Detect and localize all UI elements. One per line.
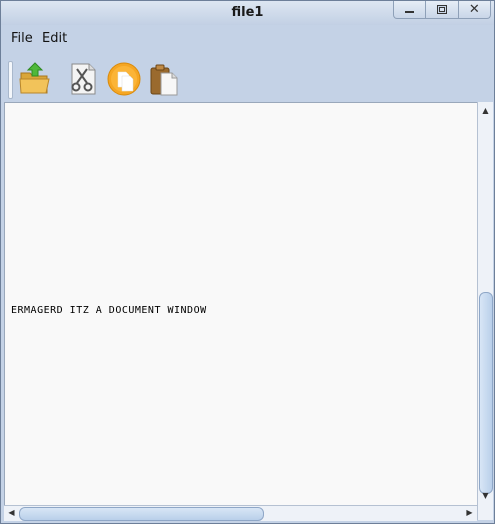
- paste-icon: [150, 64, 178, 96]
- copy-icon: [107, 62, 141, 96]
- maximize-button[interactable]: [425, 1, 457, 18]
- paste-button[interactable]: [146, 61, 182, 97]
- document-area[interactable]: ERMAGERD ITZ A DOCUMENT WINDOW: [4, 102, 478, 506]
- title-bar[interactable]: file1 ✕: [1, 1, 494, 25]
- close-icon: ✕: [468, 2, 480, 17]
- scroll-left-icon[interactable]: ◀: [4, 506, 19, 520]
- open-button[interactable]: [17, 61, 53, 97]
- horizontal-scroll-thumb[interactable]: [19, 507, 264, 521]
- close-button[interactable]: ✕: [457, 1, 490, 18]
- menu-edit[interactable]: Edit: [42, 31, 67, 46]
- horizontal-scrollbar[interactable]: ◀ ▶: [4, 505, 477, 521]
- open-folder-icon: [19, 62, 50, 94]
- application-window: file1 ✕ File Edit ERMAGERD ITZ A DOCUMEN…: [0, 0, 495, 524]
- toolbar: [1, 57, 494, 101]
- scroll-right-icon[interactable]: ▶: [462, 506, 477, 520]
- cut-icon: [71, 63, 96, 95]
- scroll-down-icon[interactable]: ▼: [478, 489, 493, 503]
- cut-button[interactable]: [65, 61, 101, 97]
- vertical-scroll-thumb[interactable]: [479, 292, 493, 494]
- menu-file[interactable]: File: [11, 31, 33, 46]
- minimize-icon: [405, 10, 415, 13]
- vertical-scrollbar[interactable]: ▲ ▼: [477, 102, 493, 520]
- toolbar-grip[interactable]: [8, 61, 13, 99]
- scroll-up-icon[interactable]: ▲: [478, 104, 493, 118]
- menu-bar: File Edit: [1, 31, 494, 51]
- copy-button[interactable]: [106, 61, 142, 97]
- document-text[interactable]: ERMAGERD ITZ A DOCUMENT WINDOW: [11, 305, 207, 316]
- window-controls: ✕: [393, 1, 491, 19]
- maximize-icon: [436, 5, 447, 14]
- minimize-button[interactable]: [394, 1, 425, 18]
